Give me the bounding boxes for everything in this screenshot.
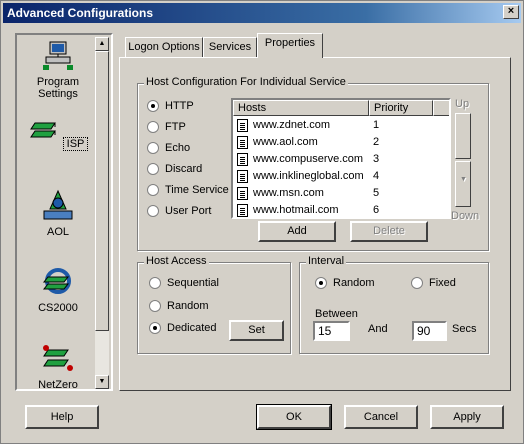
host-cell: www.aol.com — [253, 136, 318, 148]
access-radio-random[interactable]: Random — [149, 300, 209, 313]
table-row[interactable]: www.compuserve.com 3 — [233, 151, 447, 168]
radio-icon — [147, 163, 159, 176]
host-config-title: Host Configuration For Individual Servic… — [144, 76, 348, 88]
access-radio-dedicated[interactable]: Dedicated — [149, 322, 217, 335]
window-title: Advanced Configurations — [7, 6, 154, 20]
ok-button[interactable]: OK — [256, 404, 332, 430]
priority-cell: 2 — [373, 136, 380, 148]
sidebar-item-cs2000[interactable]: CS2000 — [19, 265, 97, 314]
column-header-filler — [433, 100, 449, 116]
priority-cell: 6 — [373, 204, 380, 216]
radio-icon — [147, 142, 159, 155]
tab-logon-options[interactable]: Logon Options — [125, 37, 203, 57]
radio-icon — [147, 100, 159, 113]
priority-cell: 4 — [373, 170, 380, 182]
radio-icon — [147, 121, 159, 134]
interval-radio-fixed[interactable]: Fixed — [411, 277, 456, 290]
document-icon — [237, 153, 248, 166]
apply-button[interactable]: Apply — [430, 405, 504, 429]
profile-list: Program Settings ISP AOL CS2000 NetZero — [19, 37, 99, 391]
set-button[interactable]: Set — [229, 320, 284, 341]
host-access-title: Host Access — [144, 255, 209, 267]
tab-services[interactable]: Services — [203, 37, 257, 57]
sidebar-item-label: AOL — [46, 226, 69, 238]
radio-icon — [315, 277, 327, 290]
sidebar-item-isp[interactable]: ISP — [19, 113, 97, 151]
title-bar: Advanced Configurations × — [3, 3, 521, 23]
help-button[interactable]: Help — [25, 405, 99, 429]
tab-properties[interactable]: Properties — [257, 33, 323, 58]
service-radio-user-port[interactable]: User Port — [147, 205, 211, 218]
radio-icon — [149, 277, 161, 290]
document-icon — [237, 170, 248, 183]
column-header-priority[interactable]: Priority — [369, 100, 433, 116]
interval-radio-random[interactable]: Random — [315, 277, 375, 290]
move-down-label: Down — [451, 210, 480, 222]
priority-cell: 5 — [373, 187, 380, 199]
delete-host-button[interactable]: Delete — [350, 221, 428, 242]
interval-from-field[interactable]: 15 — [313, 321, 350, 341]
between-label: Between — [315, 308, 358, 320]
priority-cell: 3 — [373, 153, 380, 165]
secs-label: Secs — [452, 323, 477, 335]
sidebar-item-label: NetZero — [38, 379, 78, 391]
service-radio-discard[interactable]: Discard — [147, 163, 202, 176]
computer-network-icon — [43, 41, 73, 70]
radio-icon — [149, 300, 161, 313]
hosts-list[interactable]: Hosts Priority www.zdnet.com 1 www.aol.co… — [231, 98, 451, 219]
host-cell: www.compuserve.com — [253, 153, 364, 165]
host-cell: www.msn.com — [253, 187, 324, 199]
table-row[interactable]: www.hotmail.com 6 — [233, 202, 447, 217]
table-row[interactable]: www.aol.com 2 — [233, 134, 447, 151]
sidebar-item-label: ISP — [62, 137, 89, 151]
scroll-down-icon[interactable]: ▼ — [95, 375, 109, 389]
advanced-configurations-window: Advanced Configurations × Program Settin… — [0, 0, 524, 444]
table-row[interactable]: www.inklineglobal.com 4 — [233, 168, 447, 185]
move-up-button[interactable] — [455, 113, 471, 159]
table-row[interactable]: www.zdnet.com 1 — [233, 117, 447, 134]
cs2000-icon — [42, 268, 71, 294]
sidebar-item-label: Program Settings — [36, 76, 80, 100]
scroll-up-icon[interactable]: ▲ — [95, 37, 109, 51]
cancel-button[interactable]: Cancel — [344, 405, 418, 429]
isp-stack-icon — [29, 122, 56, 138]
host-cell: www.inklineglobal.com — [253, 170, 364, 182]
sidebar-item-label: CS2000 — [38, 302, 78, 314]
scroll-thumb[interactable] — [95, 51, 109, 331]
service-radio-time-service[interactable]: Time Service — [147, 184, 229, 197]
document-icon — [237, 136, 248, 149]
sidebar-item-netzero[interactable]: NetZero — [19, 342, 97, 391]
priority-cell: 1 — [373, 119, 380, 131]
netzero-icon — [43, 345, 73, 371]
sidebar-item-aol[interactable]: AOL — [19, 189, 97, 238]
radio-icon — [147, 184, 159, 197]
sidebar-scrollbar[interactable]: ▲ ▼ — [95, 37, 109, 389]
radio-icon — [147, 205, 159, 218]
document-icon — [237, 187, 248, 200]
interval-to-field[interactable]: 90 — [412, 321, 447, 341]
radio-icon — [149, 322, 161, 335]
radio-icon — [411, 277, 423, 290]
move-down-button[interactable]: ▼ — [455, 161, 471, 207]
close-icon[interactable]: × — [503, 5, 519, 19]
table-row[interactable]: www.msn.com 5 — [233, 185, 447, 202]
service-radio-ftp[interactable]: FTP — [147, 121, 186, 134]
host-cell: www.hotmail.com — [253, 204, 339, 216]
access-radio-sequential[interactable]: Sequential — [149, 277, 219, 290]
profile-list-pane: Program Settings ISP AOL CS2000 NetZero … — [15, 33, 113, 391]
interval-title: Interval — [306, 255, 347, 267]
aol-icon — [43, 189, 73, 220]
column-header-hosts[interactable]: Hosts — [233, 100, 369, 116]
service-radio-echo[interactable]: Echo — [147, 142, 190, 155]
move-up-label: Up — [455, 98, 470, 110]
service-radio-http[interactable]: HTTP — [147, 100, 194, 113]
add-host-button[interactable]: Add — [258, 221, 336, 242]
document-icon — [237, 119, 248, 132]
and-label: And — [368, 323, 388, 335]
document-icon — [237, 204, 248, 217]
arrow-down-icon: ▼ — [460, 176, 467, 183]
sidebar-item-program-settings[interactable]: Program Settings — [19, 39, 97, 100]
host-cell: www.zdnet.com — [253, 119, 331, 131]
